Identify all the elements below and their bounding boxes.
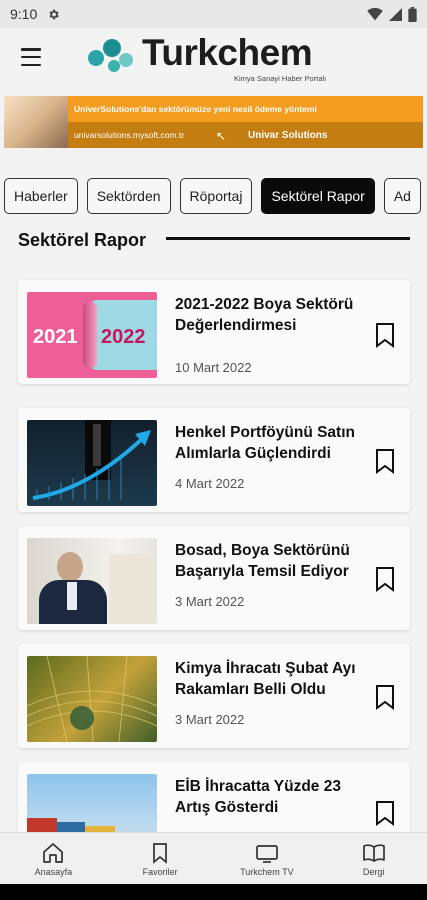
growth-arrow-graphic bbox=[32, 430, 151, 500]
nav-label: Turkchem TV bbox=[240, 867, 294, 877]
article-title: EİB İhracatta Yüzde 23 Artış Gösterdi bbox=[175, 778, 341, 816]
banner-brand: Univar Solutions bbox=[248, 130, 328, 141]
turkchem-logo[interactable]: Turkchem Kimya Sanayi Haber Portalı bbox=[86, 32, 346, 84]
thumb-year-2021: 2021 bbox=[33, 326, 78, 348]
article-title: Bosad, Boya Sektörünü Başarıyla Temsil E… bbox=[175, 542, 350, 580]
logo-subtitle: Kimya Sanayi Haber Portalı bbox=[234, 74, 327, 83]
tv-icon bbox=[256, 845, 278, 863]
article-thumbnail: 2021 2022 bbox=[27, 292, 157, 378]
banner-headline: UniverSolutions'dan sektörümüze yeni nes… bbox=[68, 96, 423, 122]
system-navigation-bar bbox=[0, 884, 427, 900]
tab-sektorel-rapor[interactable]: Sektörel Rapor bbox=[261, 178, 375, 214]
category-tabs: Haberler Sektörden Röportaj Sektörel Rap… bbox=[4, 178, 421, 214]
nav-turkchem-tv[interactable]: Turkchem TV bbox=[214, 833, 321, 884]
signal-icon bbox=[389, 7, 402, 21]
article-date: 3 Mart 2022 bbox=[175, 594, 245, 609]
section-divider bbox=[166, 237, 410, 240]
article-title: Kimya İhracatı Şubat Ayı Rakamları Belli… bbox=[175, 660, 356, 698]
wifi-icon bbox=[367, 7, 383, 20]
tab-partial[interactable]: Ad bbox=[383, 178, 421, 214]
nav-label: Dergi bbox=[362, 867, 385, 877]
nav-favoriler[interactable]: Favoriler bbox=[107, 833, 214, 884]
logo-text: Turkchem bbox=[142, 32, 313, 73]
article-date: 3 Mart 2022 bbox=[175, 712, 245, 727]
nav-label: Favoriler bbox=[142, 867, 178, 877]
article-thumbnail bbox=[27, 656, 157, 742]
bookmark-icon[interactable] bbox=[375, 566, 395, 592]
book-icon bbox=[362, 844, 385, 862]
nav-anasayfa[interactable]: Anasayfa bbox=[0, 833, 107, 884]
article-title: 2021-2022 Boya Sektörü Değerlendirmesi bbox=[175, 296, 354, 334]
ad-banner[interactable]: UniverSolutions'dan sektörümüze yeni nes… bbox=[4, 96, 423, 148]
cursor-icon: ↖ bbox=[216, 129, 227, 143]
nav-label: Anasayfa bbox=[34, 867, 73, 877]
article-card[interactable]: 2021 2022 2021-2022 Boya Sektörü Değerle… bbox=[18, 280, 410, 384]
status-time: 9:10 bbox=[10, 6, 38, 22]
article-thumbnail bbox=[27, 420, 157, 506]
article-card[interactable]: Henkel Portföyünü Satın Alımlarla Güçlen… bbox=[18, 408, 410, 512]
article-title: Henkel Portföyünü Satın Alımlarla Güçlen… bbox=[175, 424, 355, 462]
bottom-navigation: Anasayfa Favoriler Turkchem TV Dergi bbox=[0, 832, 427, 884]
section-title: Sektörel Rapor bbox=[18, 230, 147, 250]
article-thumbnail bbox=[27, 538, 157, 624]
bookmark-icon[interactable] bbox=[375, 800, 395, 826]
trade-graphic bbox=[27, 656, 157, 742]
menu-hamburger-icon[interactable] bbox=[21, 48, 41, 66]
tab-haberler[interactable]: Haberler bbox=[4, 178, 78, 214]
logo-mark-icon bbox=[88, 39, 133, 72]
bookmark-icon[interactable] bbox=[375, 684, 395, 710]
banner-url: univarsolutions.mysoft.com.tr bbox=[68, 122, 423, 148]
settings-gear-icon bbox=[49, 9, 59, 19]
bookmark-icon[interactable] bbox=[375, 448, 395, 474]
status-bar: 9:10 bbox=[0, 0, 427, 28]
article-card[interactable]: Bosad, Boya Sektörünü Başarıyla Temsil E… bbox=[18, 526, 410, 630]
home-icon bbox=[43, 843, 64, 863]
nav-dergi[interactable]: Dergi bbox=[320, 833, 427, 884]
banner-photo bbox=[4, 96, 68, 148]
article-date: 10 Mart 2022 bbox=[175, 360, 252, 375]
app-bar: Turkchem Kimya Sanayi Haber Portalı bbox=[0, 28, 427, 90]
bookmark-icon[interactable] bbox=[375, 322, 395, 348]
tab-roportaj[interactable]: Röportaj bbox=[179, 178, 253, 214]
article-date: 4 Mart 2022 bbox=[175, 476, 245, 491]
tab-sektorden[interactable]: Sektörden bbox=[86, 178, 171, 214]
article-card[interactable]: Kimya İhracatı Şubat Ayı Rakamları Belli… bbox=[18, 644, 410, 748]
bookmark-icon bbox=[153, 843, 167, 864]
thumb-year-2022: 2022 bbox=[101, 326, 146, 348]
battery-icon bbox=[408, 6, 417, 22]
